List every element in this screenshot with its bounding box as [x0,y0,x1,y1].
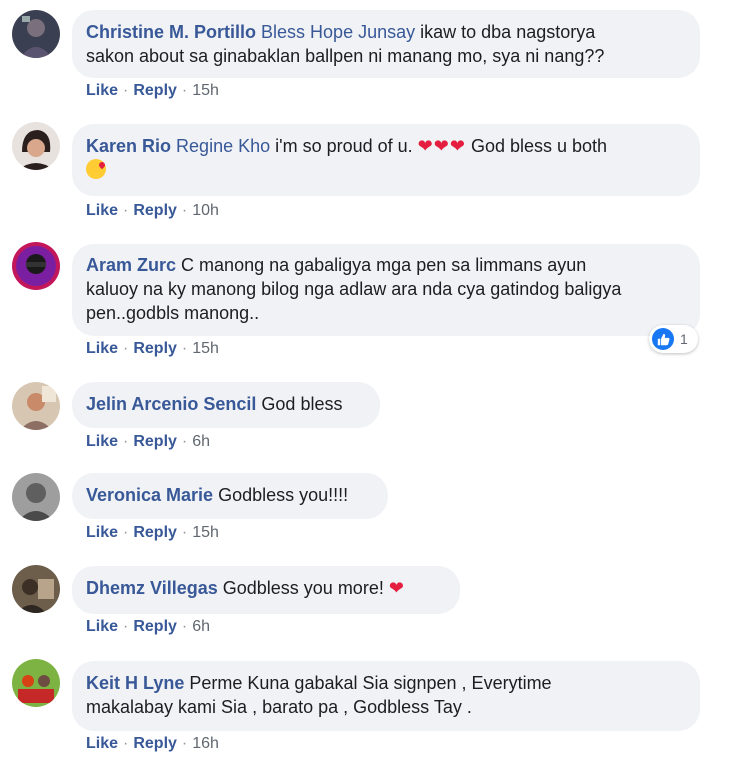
comment-bubble: Christine M. Portillo Bless Hope Junsay … [72,10,700,78]
comment-actions: Like · Reply · 15h [86,82,219,100]
heart-emoji: ❤❤❤ [417,136,466,156]
comment-text-line: kaluoy na ky manong bilog nga adlaw ara … [86,279,622,299]
separator-dot: · [181,82,188,99]
reaction-count: 1 [680,331,688,347]
comment-author[interactable]: Christine M. Portillo [86,22,256,42]
avatar[interactable] [12,382,60,430]
tagged-user[interactable]: Bless Hope Junsay [261,22,415,42]
comment-time[interactable]: 15h [192,340,219,357]
separator-dot: · [123,618,129,635]
reply-button[interactable]: Reply [133,82,177,99]
separator-dot: · [123,735,129,752]
comment-bubble: Dhemz Villegas Godbless you more! ❤ [72,566,460,614]
kiss-emoji [86,159,106,179]
comment-actions: Like · Reply · 16h [86,735,219,753]
comment-text-line: sakon about sa ginabaklan ballpen ni man… [86,46,605,66]
comment-author[interactable]: Veronica Marie [86,485,213,505]
comment-actions: Like · Reply · 6h [86,433,210,451]
like-button[interactable]: Like [86,433,118,450]
like-button[interactable]: Like [86,524,118,541]
reply-button[interactable]: Reply [133,433,177,450]
comment-author[interactable]: Aram Zurc [86,255,176,275]
comment-text: Godbless you more! [222,578,384,598]
separator-dot: · [123,82,129,99]
separator-dot: · [181,735,188,752]
separator-dot: · [123,340,129,357]
like-button[interactable]: Like [86,618,118,635]
comment-author[interactable]: Dhemz Villegas [86,578,218,598]
reaction-badge[interactable]: 1 [649,325,698,353]
comment-text: Godbless you!!!! [218,485,349,505]
separator-dot: · [123,202,129,219]
comment-text: God bless u both [470,136,608,156]
comment-time[interactable]: 16h [192,735,219,752]
tagged-user[interactable]: Regine Kho [176,136,270,156]
comment-time[interactable]: 15h [192,82,219,99]
like-button[interactable]: Like [86,735,118,752]
avatar[interactable] [12,242,60,290]
comment-bubble: Karen Rio Regine Kho i'm so proud of u. … [72,124,700,196]
comment-bubble: Keit H Lyne Perme Kuna gabakal Sia signp… [72,661,700,731]
avatar[interactable] [12,122,60,170]
comment-bubble: Jelin Arcenio Sencil God bless [72,382,380,428]
comment-text-line: pen..godbls manong.. [86,303,260,323]
comment-author[interactable]: Keit H Lyne [86,673,184,693]
comment-text: God bless [261,394,343,414]
like-button[interactable]: Like [86,202,118,219]
separator-dot: · [123,433,129,450]
separator-dot: · [181,618,188,635]
comment-text-line: Perme Kuna gabakal Sia signpen , Everyti… [189,673,552,693]
separator-dot: · [123,524,129,541]
comment-author[interactable]: Jelin Arcenio Sencil [86,394,256,414]
like-button[interactable]: Like [86,340,118,357]
reply-button[interactable]: Reply [133,202,177,219]
comment-text: i'm so proud of u. [275,136,413,156]
comment-text-line: makalabay kami Sia , barato pa , Godbles… [86,697,472,717]
avatar[interactable] [12,473,60,521]
comment-time[interactable]: 10h [192,202,219,219]
like-button[interactable]: Like [86,82,118,99]
comment-actions: Like · Reply · 15h [86,524,219,542]
comment-text-line: ikaw to dba nagstorya [420,22,596,42]
separator-dot: · [181,524,188,541]
comment-actions: Like · Reply · 10h [86,202,219,220]
comment-time[interactable]: 15h [192,524,219,541]
separator-dot: · [181,433,188,450]
avatar[interactable] [12,10,60,58]
separator-dot: · [181,202,188,219]
comment-actions: Like · Reply · 6h [86,618,210,636]
reply-button[interactable]: Reply [133,340,177,357]
heart-emoji: ❤ [388,578,404,598]
like-reaction-icon [652,328,674,350]
comment-time[interactable]: 6h [192,433,210,450]
avatar[interactable] [12,565,60,613]
separator-dot: · [181,340,188,357]
comment-text-line: C manong na gabaligya mga pen sa limmans… [181,255,587,275]
reply-button[interactable]: Reply [133,735,177,752]
avatar[interactable] [12,659,60,707]
comment-bubble: Aram Zurc C manong na gabaligya mga pen … [72,244,700,336]
reply-button[interactable]: Reply [133,618,177,635]
comment-bubble: Veronica Marie Godbless you!!!! [72,473,388,519]
comment-author[interactable]: Karen Rio [86,136,171,156]
comment-time[interactable]: 6h [192,618,210,635]
reply-button[interactable]: Reply [133,524,177,541]
comment-actions: Like · Reply · 15h [86,340,219,358]
